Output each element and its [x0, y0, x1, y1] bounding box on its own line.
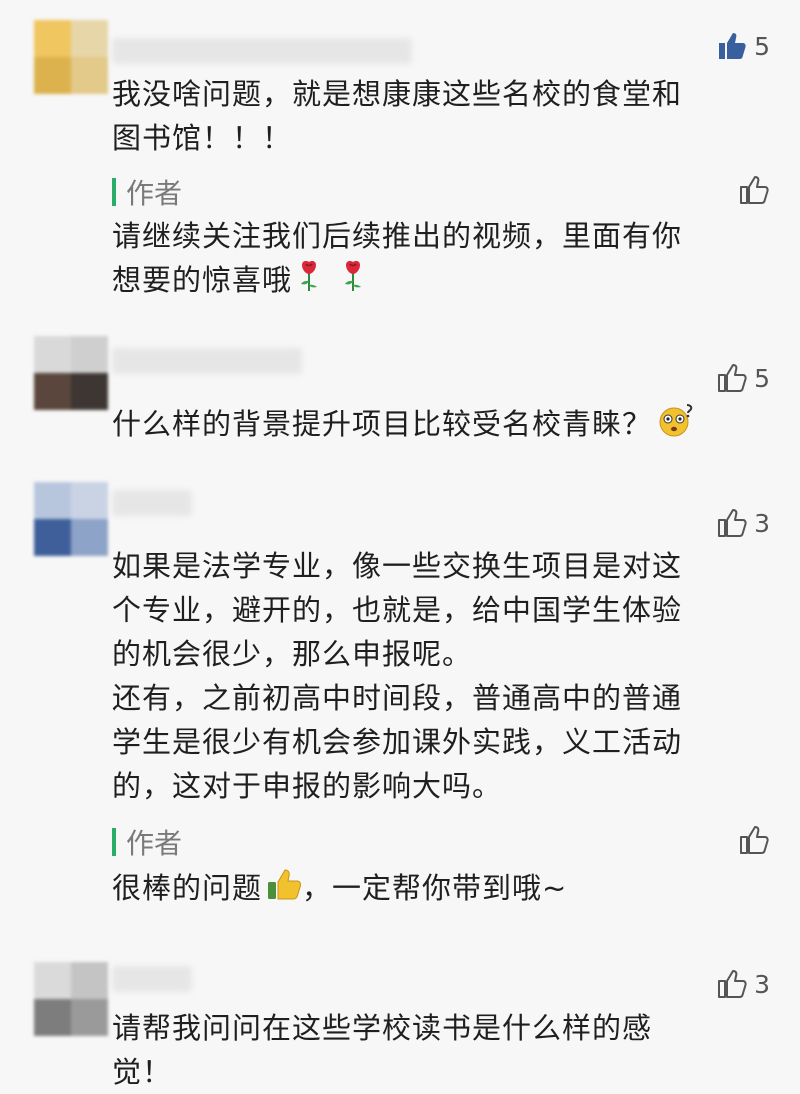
like-button[interactable]: 3	[716, 968, 770, 1000]
like-count: 5	[754, 31, 770, 61]
reply-text-after: ，一定帮你带到哦~	[302, 871, 568, 905]
comment-text: 什么样的背景提升项目比较受名校青睐？	[112, 402, 762, 450]
rose-icon	[296, 259, 322, 305]
like-count: 5	[754, 363, 770, 393]
avatar[interactable]	[34, 482, 108, 556]
comment-text: 如果是法学专业，像一些交换生项目是对这 个专业，避开的，也就是，给中国学生体验 …	[112, 549, 683, 803]
thumbs-up-icon	[719, 33, 746, 59]
like-button[interactable]: 5	[716, 30, 770, 62]
username-blurred	[112, 966, 192, 992]
like-count: 3	[754, 969, 770, 999]
avatar[interactable]	[34, 336, 108, 410]
like-button[interactable]: 3	[716, 507, 770, 539]
like-count: 3	[754, 508, 770, 538]
username-blurred	[112, 490, 192, 516]
reply-text-before: 很棒的问题	[112, 871, 263, 905]
confused-face-icon	[656, 402, 696, 450]
thumbs-up-emoji-icon	[266, 867, 302, 913]
author-reply-header: 作者	[112, 822, 182, 862]
comment-text: 请帮我问问在这些学校读书是什么样的感 觉！	[112, 1011, 653, 1089]
username-blurred	[112, 38, 412, 64]
author-bar	[112, 828, 116, 856]
reply-text-content: 请继续关注我们后续推出的视频，里面有你 想要的惊喜哦	[112, 219, 683, 297]
reply-like-button[interactable]	[738, 174, 770, 206]
thumbs-up-icon	[740, 176, 769, 204]
thumbs-up-icon	[740, 826, 769, 854]
reply-text: 很棒的问题 ，一定帮你带到哦~	[112, 866, 762, 913]
comment-text-content: 什么样的背景提升项目比较受名校青睐？	[112, 407, 653, 441]
reply-like-button[interactable]	[738, 824, 770, 856]
comment-text: 我没啥问题，就是想康康这些名校的食堂和 图书馆！！！	[112, 77, 683, 155]
author-reply-header: 作者	[112, 172, 182, 212]
avatar[interactable]	[34, 962, 108, 1036]
username-blurred	[112, 348, 302, 374]
rose-icon	[340, 259, 366, 305]
avatar[interactable]	[34, 20, 108, 94]
author-label: 作者	[126, 177, 183, 210]
author-label: 作者	[126, 827, 183, 860]
thumbs-up-icon	[718, 509, 747, 537]
reply-text: 请继续关注我们后续推出的视频，里面有你 想要的惊喜哦	[112, 214, 762, 305]
author-bar	[112, 178, 116, 206]
thumbs-up-icon	[718, 364, 747, 392]
like-button[interactable]: 5	[716, 362, 770, 394]
thumbs-up-icon	[718, 970, 747, 998]
